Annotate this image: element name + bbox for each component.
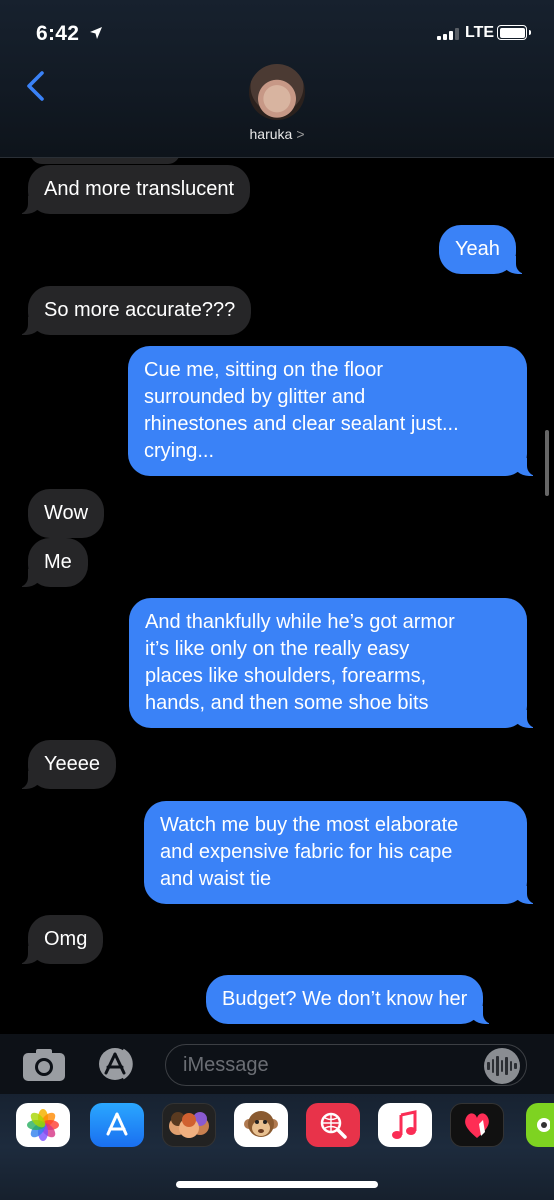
incoming-message[interactable]: Me [18, 538, 88, 587]
contact-name-button[interactable]: haruka > [0, 126, 554, 142]
incoming-message[interactable]: So more accurate??? [17, 286, 252, 335]
photos-app-icon[interactable] [16, 1103, 70, 1147]
contact-avatar[interactable] [249, 64, 305, 120]
contact-name: haruka [249, 126, 293, 142]
message-input[interactable]: iMessage [165, 1044, 527, 1086]
memoji-app-icon[interactable] [162, 1103, 216, 1147]
app-store-icon[interactable] [93, 1046, 139, 1082]
partial-app-icon[interactable] [526, 1103, 554, 1147]
battery-icon [497, 25, 531, 40]
home-indicator[interactable] [176, 1181, 378, 1188]
animoji-app-icon[interactable] [234, 1103, 288, 1147]
outgoing-message[interactable]: And thankfully while he’s got armor it’s… [129, 598, 537, 728]
incoming-message[interactable]: And more translucent [17, 165, 251, 214]
outgoing-message[interactable]: Budget? We don’t know her [206, 975, 494, 1024]
app-store-app-icon[interactable] [90, 1103, 144, 1147]
incoming-message[interactable]: Omg [17, 915, 104, 964]
outgoing-message[interactable]: Cue me, sitting on the floor surrounded … [128, 346, 537, 476]
audio-waveform-icon[interactable] [484, 1048, 520, 1084]
web-search-app-icon[interactable] [306, 1103, 360, 1147]
chevron-right-icon: > [296, 126, 305, 142]
outgoing-message[interactable]: Watch me buy the most elaborate and expe… [144, 801, 537, 904]
incoming-message[interactable]: Wow [28, 489, 105, 538]
music-app-icon[interactable] [378, 1103, 432, 1147]
incoming-message[interactable]: Yeeee [18, 740, 116, 789]
digital-touch-app-icon[interactable] [450, 1103, 504, 1147]
status-time: 6:42 [36, 22, 80, 45]
scroll-indicator[interactable] [545, 430, 549, 496]
outgoing-message[interactable]: Yeah [439, 225, 526, 274]
camera-icon[interactable] [22, 1046, 66, 1082]
network-type: LTE [465, 24, 495, 41]
signal-strength-icon [437, 27, 459, 40]
back-chevron-icon[interactable] [24, 70, 46, 102]
conversation-header: 6:42 LTE haruka > [0, 0, 554, 158]
location-arrow-icon [90, 27, 102, 39]
